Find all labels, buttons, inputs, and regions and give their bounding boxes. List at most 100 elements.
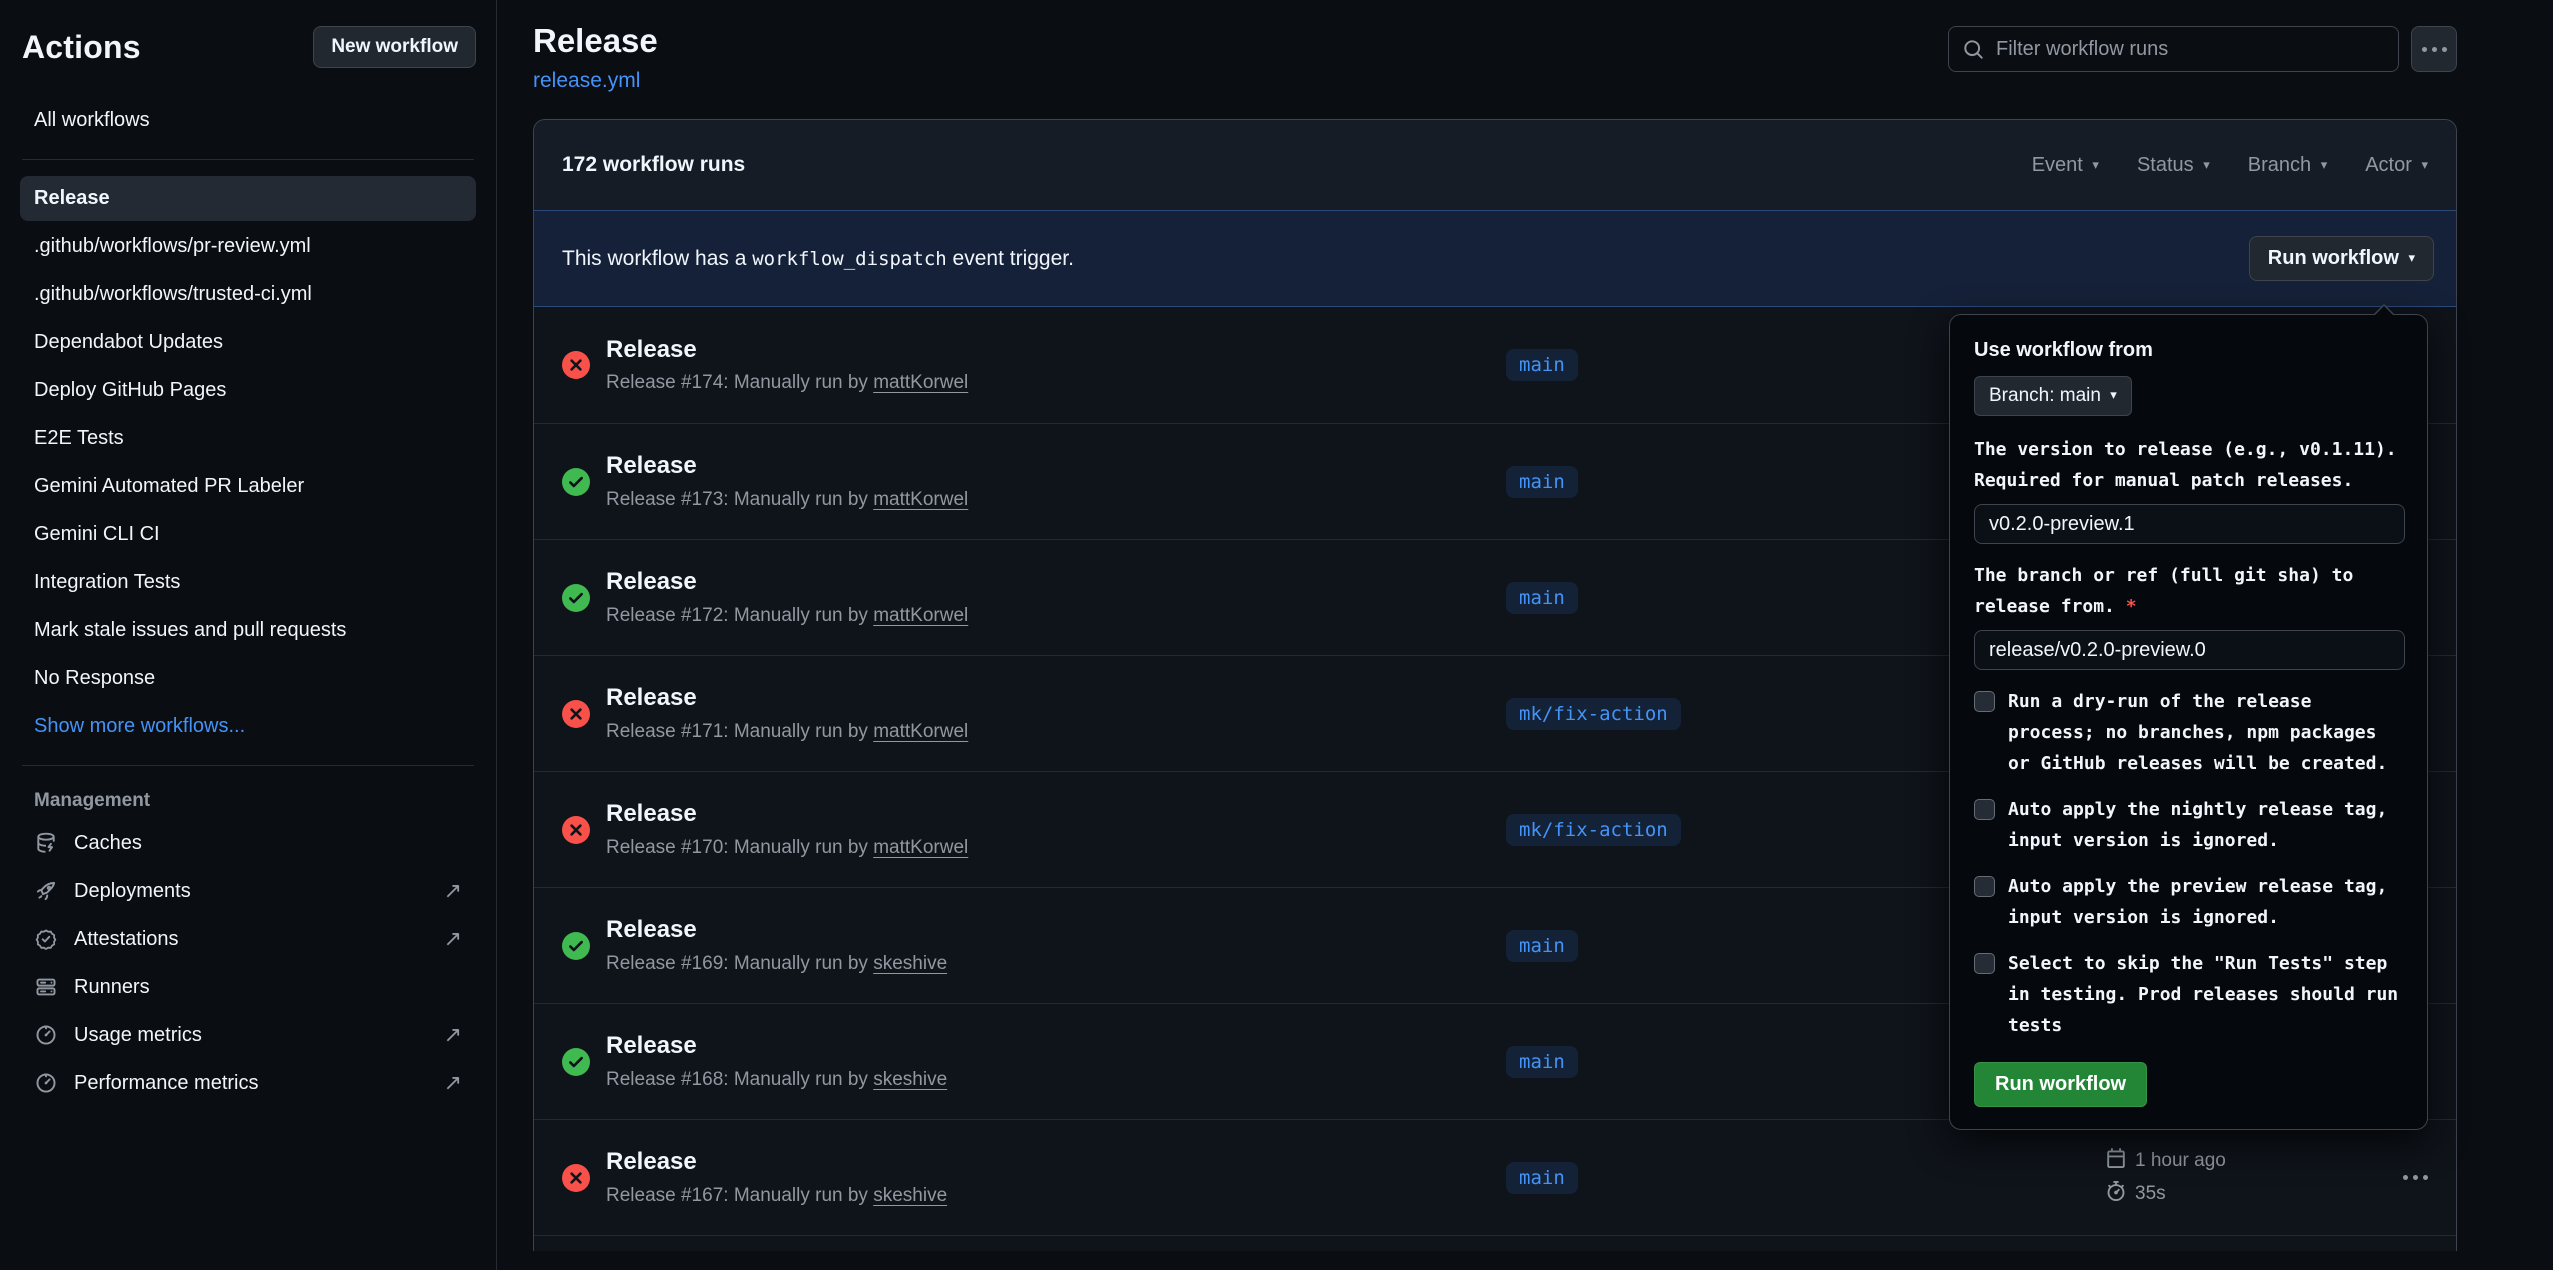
new-workflow-button[interactable]: New workflow [313, 26, 476, 68]
sidebar-workflow-label: E2E Tests [34, 427, 124, 449]
ref-field-label-text: The branch or ref (full git sha) to rele… [1974, 565, 2353, 617]
workflow-list: Release .github/workflows/pr-review.yml … [20, 176, 476, 701]
run-summary: Release Release #174: Manually run by ma… [598, 336, 1478, 395]
sidebar-workflow-label: No Response [34, 667, 155, 689]
management-item-usage-metrics[interactable]: Usage metrics ↗ [20, 1012, 476, 1058]
run-title-link[interactable]: Release [606, 800, 1478, 828]
success-icon [562, 468, 598, 496]
management-item-label: Runners [74, 976, 150, 999]
run-title-link[interactable]: Release [606, 684, 1478, 712]
rocket-icon [34, 879, 58, 903]
sidebar-divider [22, 159, 474, 160]
workflow-run-row[interactable]: Release Release #167: Manually run by sk… [534, 1119, 2456, 1235]
chevron-down-icon: ▾ [2110, 387, 2117, 402]
sidebar-item-mark-stale-issues-and-pull-requests[interactable]: Mark stale issues and pull requests [20, 608, 476, 653]
external-link-icon: ↗ [444, 1024, 462, 1046]
show-more-workflows-link[interactable]: Show more workflows... [20, 704, 476, 749]
panel-checkbox-row: Auto apply the preview release tag, inpu… [1974, 871, 2405, 933]
management-item-label: Performance metrics [74, 1072, 259, 1095]
management-item-deployments[interactable]: Deployments ↗ [20, 868, 476, 914]
run-summary: Release Release #173: Manually run by ma… [598, 452, 1478, 511]
management-item-attestations[interactable]: Attestations ↗ [20, 916, 476, 962]
run-title-link[interactable]: Release [606, 336, 1478, 364]
main-content: Release release.yml 172 workflow runs Ev… [497, 0, 2553, 1270]
management-item-caches[interactable]: Caches [20, 820, 476, 866]
version-input[interactable] [1974, 504, 2405, 544]
workflow-file-link[interactable]: release.yml [533, 69, 640, 93]
workflow-options-kebab-button[interactable] [2411, 26, 2457, 72]
branch-badge[interactable]: main [1506, 1046, 1578, 1078]
filter-actor[interactable]: Actor ▾ [2365, 154, 2428, 177]
management-item-label: Attestations [74, 928, 179, 951]
branch-badge[interactable]: main [1506, 582, 1578, 614]
panel-checkbox-row: Select to skip the "Run Tests" step in t… [1974, 948, 2405, 1041]
run-kebab-button[interactable] [2403, 1175, 2428, 1180]
checkbox[interactable] [1974, 876, 1995, 897]
run-title-link[interactable]: Release [606, 452, 1478, 480]
branch-badge[interactable]: mk/fix-action [1506, 814, 1681, 846]
run-subtitle: Release #173: Manually run by mattKorwel [606, 489, 1478, 511]
actor-link[interactable]: skeshive [873, 1185, 947, 1206]
checkbox[interactable] [1974, 799, 1995, 820]
filter-event[interactable]: Event ▾ [2032, 154, 2099, 177]
header-controls [1948, 26, 2457, 72]
run-meta: 1 hour ago35s [2098, 1148, 2226, 1207]
success-icon [562, 932, 598, 960]
run-title-link[interactable]: Release [606, 568, 1478, 596]
actor-link[interactable]: mattKorwel [873, 837, 968, 858]
filter-workflow-runs-input[interactable] [1996, 38, 2384, 61]
branch-select-button[interactable]: Branch: main ▾ [1974, 376, 2132, 416]
actor-link[interactable]: mattKorwel [873, 721, 968, 742]
actor-link[interactable]: skeshive [873, 953, 947, 974]
sidebar-item-e2e-tests[interactable]: E2E Tests [20, 416, 476, 461]
management-list: Caches Deployments ↗ Attestations ↗ Runn… [20, 820, 476, 1106]
ref-input[interactable] [1974, 630, 2405, 670]
page-title: Actions [22, 29, 141, 66]
workflow-title-block: Release release.yml [533, 22, 658, 93]
sidebar-item-no-response[interactable]: No Response [20, 656, 476, 701]
kebab-icon [2422, 47, 2447, 52]
meter-icon [34, 1071, 58, 1095]
actor-link[interactable]: mattKorwel [873, 489, 968, 510]
actor-link[interactable]: skeshive [873, 1069, 947, 1090]
branch-badge[interactable]: main [1506, 1162, 1578, 1194]
sidebar-item-gemini-cli-ci[interactable]: Gemini CLI CI [20, 512, 476, 557]
branch-badge[interactable]: main [1506, 930, 1578, 962]
run-title-link[interactable]: Release [606, 1032, 1478, 1060]
management-item-performance-metrics[interactable]: Performance metrics ↗ [20, 1060, 476, 1106]
failure-icon [562, 816, 598, 844]
filter-branch[interactable]: Branch ▾ [2248, 154, 2327, 177]
sidebar-item--github-workflows-pr-review-yml[interactable]: .github/workflows/pr-review.yml [20, 224, 476, 269]
sidebar-item--github-workflows-trusted-ci-yml[interactable]: .github/workflows/trusted-ci.yml [20, 272, 476, 317]
required-asterisk: * [2126, 596, 2137, 617]
branch-select-label: Branch: main [1989, 385, 2101, 406]
run-subtitle: Release #174: Manually run by mattKorwel [606, 372, 1478, 394]
run-workflow-dropdown-label: Run workflow [2268, 247, 2399, 269]
run-subtitle: Release #170: Manually run by mattKorwel [606, 837, 1478, 859]
run-title-link[interactable]: Release [606, 1148, 1478, 1176]
run-workflow-dropdown-button[interactable]: Run workflow ▾ [2249, 236, 2434, 281]
actor-link[interactable]: mattKorwel [873, 372, 968, 393]
branch-badge[interactable]: mk/fix-action [1506, 698, 1681, 730]
sidebar-item-dependabot-updates[interactable]: Dependabot Updates [20, 320, 476, 365]
sidebar-item-all-workflows[interactable]: All workflows [20, 98, 476, 143]
checkbox[interactable] [1974, 691, 1995, 712]
actor-link[interactable]: mattKorwel [873, 605, 968, 626]
run-workflow-submit-button[interactable]: Run workflow [1974, 1062, 2147, 1107]
sidebar-item-gemini-automated-pr-labeler[interactable]: Gemini Automated PR Labeler [20, 464, 476, 509]
run-title-link[interactable]: Release [606, 916, 1478, 944]
banner-text: This workflow has a workflow_dispatch ev… [562, 247, 1074, 271]
filter-status[interactable]: Status ▾ [2137, 154, 2210, 177]
panel-checkbox-row: Run a dry-run of the release process; no… [1974, 686, 2405, 779]
runs-filter-bar: Event ▾ Status ▾ Branch ▾ Actor ▾ [2032, 154, 2428, 177]
sidebar-item-release[interactable]: Release [20, 176, 476, 221]
checkbox-label: Auto apply the nightly release tag, inpu… [2008, 794, 2400, 856]
sidebar-item-integration-tests[interactable]: Integration Tests [20, 560, 476, 605]
sidebar-divider [22, 765, 474, 766]
sidebar-item-deploy-github-pages[interactable]: Deploy GitHub Pages [20, 368, 476, 413]
management-item-runners[interactable]: Runners [20, 964, 476, 1010]
checkbox[interactable] [1974, 953, 1995, 974]
management-item-label: Caches [74, 832, 142, 855]
branch-badge[interactable]: main [1506, 466, 1578, 498]
branch-badge[interactable]: main [1506, 349, 1578, 381]
